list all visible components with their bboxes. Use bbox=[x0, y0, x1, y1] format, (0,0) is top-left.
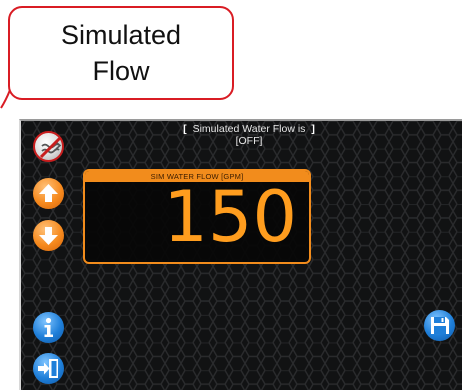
info-button[interactable] bbox=[33, 312, 64, 343]
water-flow-off-icon bbox=[39, 136, 62, 159]
status-line-1: [ Simulated Water Flow is ] bbox=[159, 123, 339, 135]
increase-flow-button[interactable] bbox=[33, 178, 64, 209]
page-root: Simulated Flow [ Simulated Water Flow is… bbox=[0, 0, 462, 390]
decrease-flow-button[interactable] bbox=[33, 220, 64, 251]
exit-button[interactable] bbox=[33, 353, 64, 384]
exit-door-icon bbox=[38, 359, 58, 378]
water-flow-toggle-button[interactable] bbox=[33, 131, 64, 162]
status-bracket-left: [ bbox=[183, 123, 187, 135]
status-state: [OFF] bbox=[235, 135, 263, 147]
callout-text-line-1: Simulated bbox=[60, 20, 182, 50]
sim-water-flow-panel: SIM WATER FLOW [GPM] 150 bbox=[83, 169, 311, 264]
device-screen: [ Simulated Water Flow is ] [OFF] SIM WA… bbox=[19, 119, 462, 390]
callout-text-line-2: Flow bbox=[92, 56, 150, 86]
arrow-down-icon bbox=[39, 227, 58, 245]
status-label: Simulated Water Flow is bbox=[192, 123, 306, 135]
flow-status: [ Simulated Water Flow is ] [OFF] bbox=[159, 123, 339, 147]
save-button[interactable] bbox=[424, 310, 455, 341]
sim-water-flow-value[interactable]: 150 bbox=[163, 181, 297, 253]
info-icon bbox=[44, 317, 53, 337]
arrow-up-icon bbox=[39, 184, 58, 202]
annotation-callout: Simulated Flow bbox=[8, 6, 234, 100]
status-bracket-right: ] bbox=[311, 123, 315, 135]
floppy-disk-icon bbox=[431, 317, 449, 334]
